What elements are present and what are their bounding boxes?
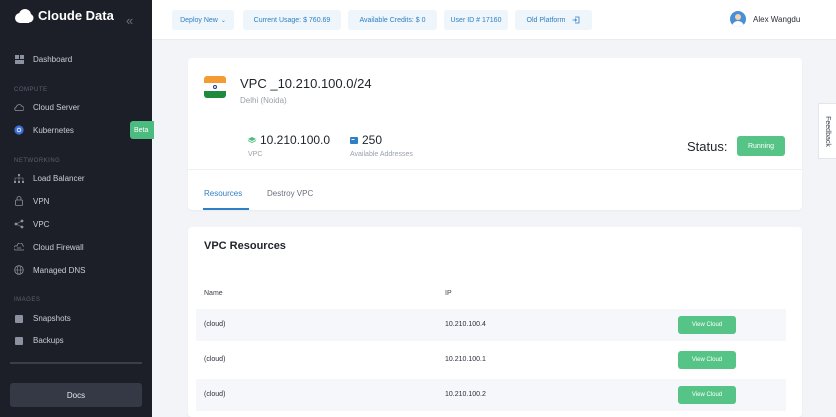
sidebar-item-label: Managed DNS xyxy=(33,265,86,275)
status-badge: Running xyxy=(737,136,785,156)
vpc-title: VPC _10.210.100.0/24 xyxy=(240,76,372,91)
load-balancer-icon xyxy=(14,173,24,183)
resource-ip: 10.210.100.4 xyxy=(445,321,486,328)
column-header-name: Name xyxy=(204,290,223,297)
column-header-ip: IP xyxy=(445,290,452,297)
deploy-new-button[interactable]: Deploy New ⌄ xyxy=(172,10,234,30)
sidebar-item-vpc[interactable]: VPC xyxy=(14,219,49,229)
sidebar-item-load-balancer[interactable]: Load Balancer xyxy=(14,173,85,183)
double-chevron-left-icon[interactable]: « xyxy=(126,13,133,28)
section-networking: NETWORKING xyxy=(14,158,61,164)
tab-resources[interactable]: Resources xyxy=(204,189,242,198)
brand-name: Cloude Data xyxy=(38,8,114,23)
sidebar-item-cloud-firewall[interactable]: Cloud Firewall xyxy=(14,242,84,252)
table-row: (cloud) 10.210.100.2 View Cloud xyxy=(196,379,786,411)
cloud-logo-icon xyxy=(15,8,34,23)
backup-icon xyxy=(14,335,24,345)
resource-name: (cloud) xyxy=(204,356,226,363)
tag-icon xyxy=(350,136,358,144)
resource-ip: 10.210.100.2 xyxy=(445,391,486,398)
sidebar-item-label: Backups xyxy=(33,335,64,345)
sidebar-item-label: Kubernetes xyxy=(33,125,74,135)
table-row: (cloud) 10.210.100.4 View Cloud xyxy=(196,309,786,341)
sidebar-item-backups[interactable]: Backups xyxy=(14,335,64,345)
user-id-pill: User ID # 17160 xyxy=(444,10,508,30)
user-name: Alex Wangdu xyxy=(753,14,801,24)
available-addresses-text: 250 xyxy=(362,133,383,147)
section-compute: COMPUTE xyxy=(14,87,48,93)
deploy-new-label: Deploy New xyxy=(180,16,218,24)
kubernetes-icon xyxy=(14,125,24,135)
dashboard-icon xyxy=(14,54,24,64)
view-cloud-button[interactable]: View Cloud xyxy=(678,386,736,404)
section-images: IMAGES xyxy=(14,297,41,303)
vpc-ip-label: VPC xyxy=(248,151,263,158)
resources-title: VPC Resources xyxy=(204,240,286,252)
cloud-icon xyxy=(14,102,24,112)
exit-icon xyxy=(572,16,580,24)
user-menu[interactable]: Alex Wangdu xyxy=(730,11,800,27)
snapshot-icon xyxy=(14,313,24,323)
status-label: Status: xyxy=(687,139,728,154)
available-addresses-label: Available Addresses xyxy=(350,151,413,158)
india-flag-icon xyxy=(204,76,226,98)
vpc-ip-value: 10.210.100.0 xyxy=(248,133,330,147)
sidebar-item-label: VPN xyxy=(33,196,50,206)
lock-icon xyxy=(14,196,24,206)
sidebar-item-cloud-server[interactable]: Cloud Server xyxy=(14,102,80,112)
share-nodes-icon xyxy=(14,219,24,229)
sidebar-item-snapshots[interactable]: Snapshots xyxy=(14,313,71,323)
vpc-resources-card: VPC Resources Name IP (cloud) 10.210.100… xyxy=(188,227,802,417)
table-row: (cloud) 10.210.100.1 View Cloud xyxy=(196,344,786,376)
beta-badge: Beta xyxy=(130,121,154,139)
sidebar-item-label: Load Balancer xyxy=(33,173,85,183)
available-addresses-value: 250 xyxy=(350,133,382,147)
old-platform-label: Old Platform xyxy=(526,16,566,24)
sidebar-item-label: Snapshots xyxy=(33,313,71,323)
active-tab-underline xyxy=(203,208,249,210)
view-cloud-button[interactable]: View Cloud xyxy=(678,351,736,369)
feedback-tab[interactable]: Feedback xyxy=(818,103,836,159)
sidebar-item-managed-dns[interactable]: Managed DNS xyxy=(14,265,85,275)
firewall-icon xyxy=(14,242,24,252)
old-platform-button[interactable]: Old Platform xyxy=(515,10,592,30)
globe-icon xyxy=(14,265,24,275)
vpc-ip-text: 10.210.100.0 xyxy=(260,133,331,147)
tab-destroy-vpc[interactable]: Destroy VPC xyxy=(267,189,313,198)
layers-icon xyxy=(248,136,256,143)
sidebar-item-kubernetes[interactable]: Kubernetes xyxy=(14,125,74,135)
docs-button[interactable]: Docs xyxy=(10,383,142,407)
sidebar: Cloude Data « Dashboard COMPUTE Cloud Se… xyxy=(0,0,154,417)
sidebar-item-dashboard[interactable]: Dashboard xyxy=(14,54,72,64)
card-divider xyxy=(188,169,802,170)
current-usage-pill[interactable]: Current Usage: $ 760.69 xyxy=(243,10,341,30)
brand-logo[interactable]: Cloude Data xyxy=(14,8,114,23)
sidebar-item-label: Cloud Server xyxy=(33,102,80,112)
avatar xyxy=(730,11,746,27)
resource-name: (cloud) xyxy=(204,391,226,398)
vpc-location: Delhi (Noida) xyxy=(240,96,287,105)
feedback-label: Feedback xyxy=(824,115,831,147)
sidebar-divider xyxy=(10,362,142,364)
sidebar-item-label: Dashboard xyxy=(33,54,73,64)
sidebar-item-vpn[interactable]: VPN xyxy=(14,196,49,206)
sidebar-item-label: VPC xyxy=(33,219,50,229)
sidebar-item-label: Cloud Firewall xyxy=(33,242,84,252)
available-credits-pill[interactable]: Available Credits: $ 0 xyxy=(348,10,437,30)
resource-name: (cloud) xyxy=(204,321,226,328)
resource-ip: 10.210.100.1 xyxy=(445,356,486,363)
view-cloud-button[interactable]: View Cloud xyxy=(678,316,736,334)
chevron-down-icon: ⌄ xyxy=(220,17,226,24)
vpc-detail-card: VPC _10.210.100.0/24 Delhi (Noida) 10.21… xyxy=(188,58,802,210)
